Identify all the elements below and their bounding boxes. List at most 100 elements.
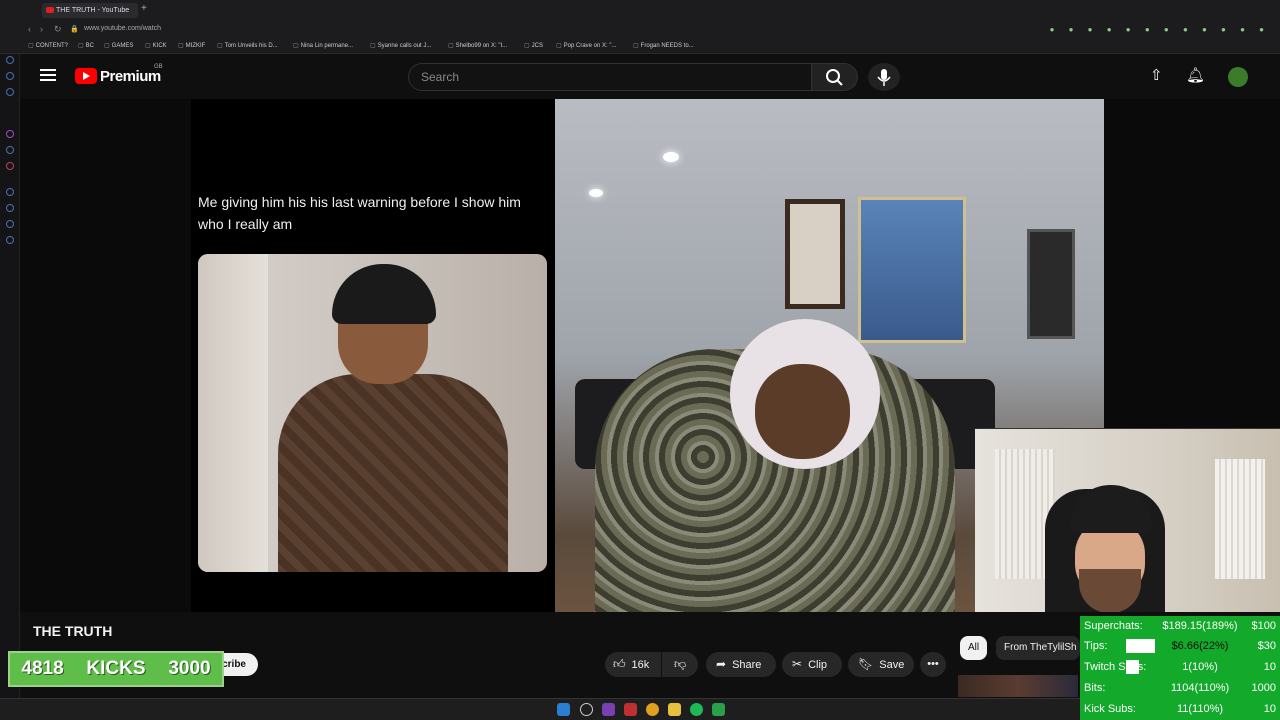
notifications-bell-icon[interactable]: 🔔︎ [1186, 66, 1205, 84]
scissors-icon: ✂ [792, 657, 803, 671]
bookmark-item[interactable]: JCS [524, 42, 543, 49]
address-bar: ‹ › ↻ 🔒 www.youtube.com/watch ● ● ● ● ● … [0, 20, 1280, 40]
sidebar-app-icon[interactable] [6, 188, 14, 196]
sidebar-app-icon[interactable] [6, 72, 14, 80]
goal-twitch-subs: Twitch Subs: 1(10%) 10 [1080, 657, 1280, 677]
voice-search-button[interactable] [868, 63, 900, 91]
share-button[interactable]: ➦ Share [706, 652, 776, 677]
wall-portrait [858, 197, 966, 343]
app-icon[interactable] [712, 703, 725, 716]
extension-icons[interactable]: ● ● ● ● ● ● ● ● ● ● ● ● [1050, 25, 1270, 34]
url-field[interactable]: www.youtube.com/watch [84, 25, 161, 32]
os-taskbar [0, 698, 1080, 720]
menu-icon[interactable] [40, 69, 56, 81]
messenger-icon[interactable] [6, 146, 14, 154]
video-title: THE TRUTH [33, 623, 113, 639]
bookmark-item[interactable]: Shelbo99 on X: "I... [448, 42, 508, 49]
tab-title: THE TRUTH - YouTube [56, 7, 130, 14]
chip-from-channel[interactable]: From TheTylilSh [996, 636, 1080, 660]
reload-icon[interactable]: ↻ [54, 24, 62, 35]
wall-jersey-frame [1027, 229, 1075, 339]
dislike-button[interactable]: 👎︎ [662, 652, 698, 677]
forward-icon[interactable]: › [40, 24, 43, 34]
sidebar-app-icon[interactable] [6, 88, 14, 96]
goal-bits: Bits: 1104(110%) 1000 [1080, 678, 1280, 698]
bookmark-item[interactable]: BC [78, 42, 94, 49]
bookmark-item[interactable]: GAMES [104, 42, 134, 49]
goal-kick-subs: Kick Subs: 11(110%) 10 [1080, 699, 1280, 719]
bookmark-item[interactable]: CONTENT? [28, 42, 68, 49]
bookmark-item[interactable]: Syanne calls out J... [370, 42, 432, 49]
save-button[interactable]: 🔖︎ Save [848, 652, 914, 677]
goal-label: Bits: [1084, 682, 1106, 694]
wall-jersey-frame [785, 199, 845, 309]
stream-goals-overlay: Superchats: $189.15(189%) $100 Tips: $6.… [1080, 616, 1280, 720]
goal-target: $30 [1257, 640, 1276, 652]
sidebar-app-icon[interactable] [6, 220, 14, 228]
chip-all[interactable]: All [960, 636, 988, 660]
screen: THE TRUTH - YouTube + ‹ › ↻ 🔒 www.youtub… [0, 0, 1280, 720]
upload-icon[interactable]: ⇧ [1150, 66, 1163, 84]
share-icon: ➦ [716, 657, 727, 671]
like-button[interactable]: 👍︎ 16k [605, 652, 661, 677]
back-icon[interactable]: ‹ [28, 24, 31, 34]
related-video-thumbnail[interactable] [958, 675, 1078, 697]
bookmark-item[interactable]: MIZKIF [178, 42, 206, 49]
bookmark-item[interactable]: Nina Lin permane... [293, 42, 353, 49]
bookmark-item[interactable]: Pop Crave on X: "... [556, 42, 617, 49]
meme-image [198, 254, 547, 572]
sidebar-app-icon[interactable] [6, 204, 14, 212]
goal-tips: Tips: $6.66(22%) $30 [1080, 636, 1280, 656]
region-code: GB [154, 64, 163, 70]
streamer-face [755, 364, 850, 459]
goal-superchats: Superchats: $189.15(189%) $100 [1080, 616, 1280, 636]
goal-label: Superchats: [1084, 620, 1143, 632]
new-tab-button[interactable]: + [141, 3, 147, 14]
app-icon[interactable] [624, 703, 637, 716]
bookmark-item[interactable]: KICK [145, 42, 167, 49]
folder-icon[interactable] [668, 703, 681, 716]
lock-icon: 🔒 [70, 26, 79, 33]
bookmark-icon: 🔖︎ [858, 657, 874, 671]
kicks-goal-overlay: 4818 KICKS 3000 [8, 651, 224, 687]
clip-button[interactable]: ✂ Clip [782, 652, 842, 677]
twitch-icon[interactable] [6, 130, 14, 138]
search-input[interactable]: Search [408, 63, 812, 91]
goal-label: Tips: [1084, 640, 1108, 652]
search-icon[interactable] [580, 703, 593, 716]
spotify-icon[interactable] [690, 703, 703, 716]
more-actions-button[interactable]: ••• [920, 652, 946, 677]
account-avatar[interactable] [1228, 67, 1248, 87]
meme-caption: Me giving him his his last warning befor… [198, 194, 521, 232]
kicks-current: 4818 [21, 658, 64, 679]
tab-bar: THE TRUTH - YouTube + [0, 0, 1280, 20]
settings-icon[interactable] [6, 236, 14, 244]
youtube-logo-icon[interactable] [75, 68, 97, 84]
webcam-overlay [975, 428, 1280, 612]
thumbs-up-icon: 👍︎ [613, 657, 626, 671]
youtube-favicon-icon [46, 7, 54, 13]
instagram-icon[interactable] [6, 162, 14, 170]
kicks-goal: 3000 [168, 658, 211, 679]
goal-value: $6.66(22%) [1171, 640, 1229, 652]
ceiling-light [663, 152, 679, 162]
search-button[interactable] [812, 63, 858, 91]
browser-tab[interactable]: THE TRUTH - YouTube [42, 3, 138, 18]
goal-label: Kick Subs: [1084, 703, 1136, 715]
app-icon[interactable] [602, 703, 615, 716]
microphone-icon [877, 69, 891, 86]
windows-start-icon[interactable] [557, 703, 570, 716]
kicks-label: KICKS [86, 658, 146, 679]
ceiling-light [589, 189, 603, 197]
bookmark-item[interactable]: Tom Unveils his D... [217, 42, 278, 49]
share-label: Share [732, 659, 762, 671]
bookmark-item[interactable]: Frogan NEEDS to... [633, 42, 694, 49]
youtube-brand[interactable]: Premium [100, 68, 161, 85]
goal-target: 10 [1263, 703, 1276, 715]
goal-value: $189.15(189%) [1162, 620, 1238, 632]
save-label: Save [879, 659, 905, 671]
sidebar-app-icon[interactable] [6, 56, 14, 64]
search-icon [826, 69, 843, 86]
chrome-icon[interactable] [646, 703, 659, 716]
goal-value: 1104(110%) [1170, 682, 1230, 694]
